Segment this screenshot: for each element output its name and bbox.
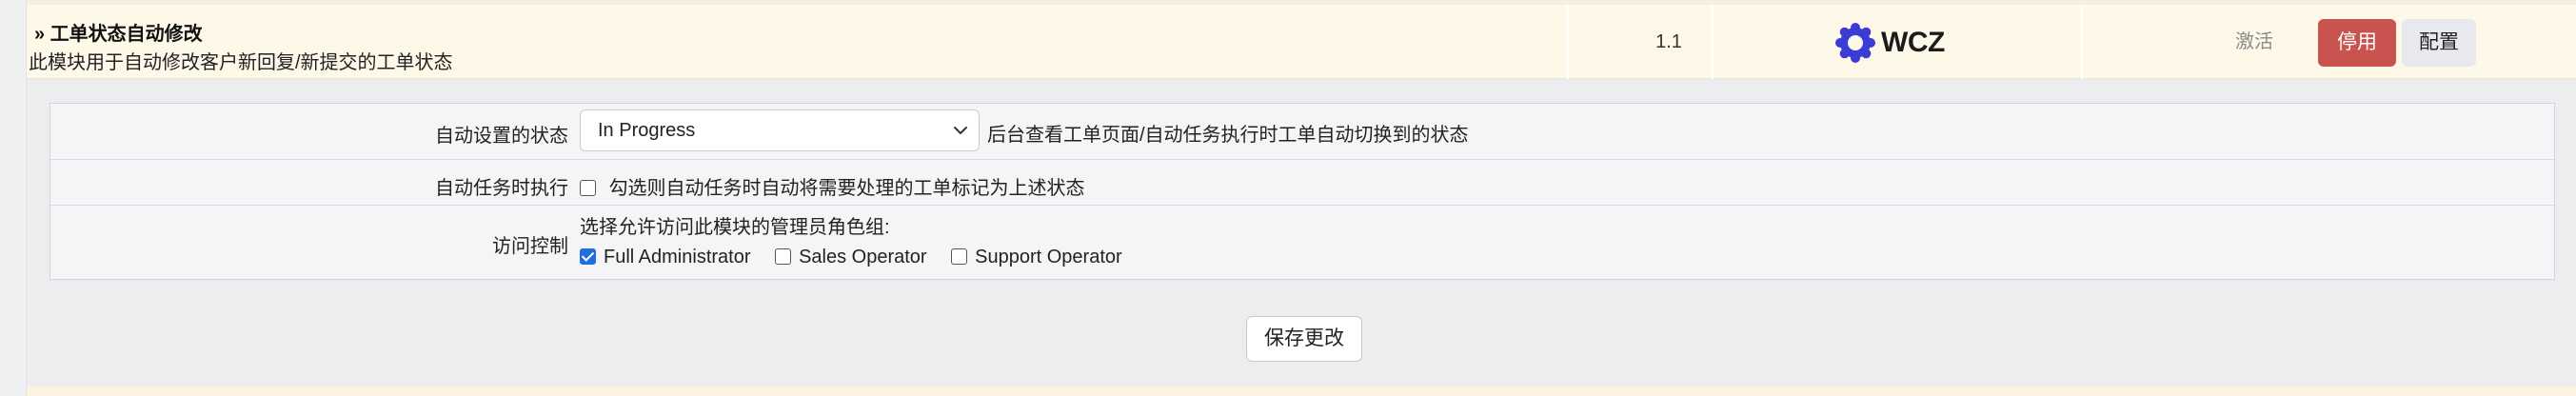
module-row: » 工单状态自动修改 此模块用于自动修改客户新回复/新提交的工单状态 1.1 W…	[27, 5, 2576, 79]
activate-link[interactable]: 激活	[2235, 5, 2273, 79]
column-separator	[1712, 5, 1714, 79]
save-changes-button[interactable]: 保存更改	[1246, 316, 1362, 362]
disable-button[interactable]: 停用	[2318, 19, 2396, 67]
access-intro: 选择允许访问此模块的管理员角色组:	[580, 217, 890, 238]
access-field: 选择允许访问此模块的管理员角色组: Full Administrator Sal…	[580, 211, 1141, 268]
role-label: Support Operator	[975, 247, 1122, 267]
role-item[interactable]: Sales Operator	[775, 247, 927, 268]
config-row-access: 访问控制 选择允许访问此模块的管理员角色组: Full Administrato…	[50, 205, 2554, 279]
access-label: 访问控制	[492, 236, 568, 257]
auto-status-field: In Progress 后台查看工单页面/自动任务执行时工单自动切换到的状态	[580, 109, 1627, 153]
module-name: » 工单状态自动修改	[34, 24, 203, 45]
role-checkbox-support-operator[interactable]	[951, 248, 968, 265]
role-item[interactable]: Support Operator	[951, 247, 1122, 268]
role-item[interactable]: Full Administrator	[580, 247, 751, 268]
role-checkbox-full-administrator[interactable]	[580, 248, 596, 265]
vendor-logo-text: WCZ	[1881, 27, 1945, 58]
column-separator	[1567, 5, 1569, 79]
module-version: 1.1	[1655, 31, 1682, 52]
config-row-auto-status: 自动设置的状态 In Progress 后台查看工单页面/自动任务执行时工单自动…	[50, 104, 2554, 159]
next-row-edge	[27, 386, 2576, 396]
config-row-cron: 自动任务时执行 勾选则自动任务时自动将需要处理的工单标记为上述状态	[50, 159, 2554, 205]
config-table: 自动设置的状态 In Progress 后台查看工单页面/自动任务执行时工单自动…	[50, 103, 2555, 280]
cron-label: 自动任务时执行	[435, 178, 568, 199]
auto-status-hint: 后台查看工单页面/自动任务执行时工单自动切换到的状态	[987, 125, 1469, 146]
role-checkbox-sales-operator[interactable]	[775, 248, 792, 265]
role-label: Sales Operator	[799, 247, 927, 267]
wcz-logo-icon	[1835, 23, 1875, 63]
role-label: Full Administrator	[604, 247, 751, 267]
status-select[interactable]: In Progress	[580, 109, 980, 151]
cron-checkbox-label: 勾选则自动任务时自动将需要处理的工单标记为上述状态	[608, 178, 1085, 199]
cron-checkbox[interactable]	[580, 180, 596, 196]
config-button[interactable]: 配置	[2402, 19, 2476, 67]
left-gutter	[0, 0, 27, 396]
module-description: 此模块用于自动修改客户新回复/新提交的工单状态	[29, 52, 453, 73]
cron-field: 勾选则自动任务时自动将需要处理的工单标记为上述状态	[580, 172, 1085, 200]
auto-status-label: 自动设置的状态	[435, 126, 568, 147]
vendor-logo: WCZ	[1835, 23, 1945, 63]
column-separator	[2081, 5, 2083, 79]
role-list: Full Administrator Sales Operator Suppor…	[580, 247, 1141, 268]
chevron-down-icon	[954, 127, 967, 134]
module-config-panel: 自动设置的状态 In Progress 后台查看工单页面/自动任务执行时工单自动…	[27, 79, 2576, 386]
status-select-value: In Progress	[598, 120, 696, 141]
